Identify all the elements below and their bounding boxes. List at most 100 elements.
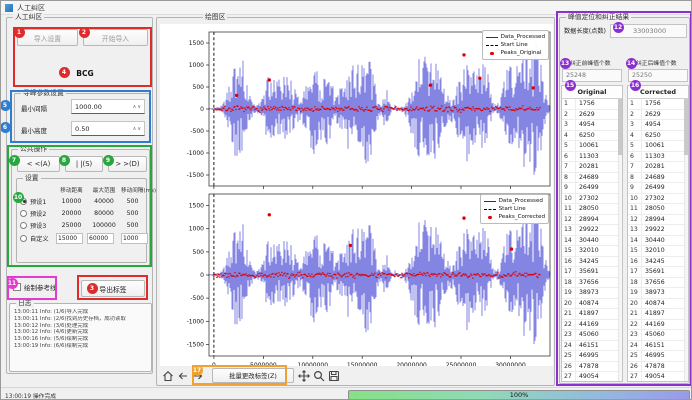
min-height-input[interactable] (72, 125, 133, 133)
export-labels-button[interactable]: 导出标签 (81, 280, 145, 297)
figure-canvas[interactable]: -1500-1000-50005001000150005000000100000… (160, 24, 553, 366)
peak-table-row[interactable]: 1532010 (628, 246, 688, 257)
scrollbar-thumb[interactable] (684, 99, 688, 155)
draw-reference-checkbox[interactable]: 绘制参考线 (13, 282, 57, 292)
preset-radio[interactable] (20, 210, 27, 217)
peak-table-row[interactable]: 611303 (562, 152, 622, 163)
peak-table-row[interactable]: 1228994 (628, 215, 688, 226)
move-right-button[interactable]: > >(D) (108, 156, 147, 172)
peak-table-row[interactable]: 1634245 (562, 257, 622, 268)
move-left-button[interactable]: < <(A) (17, 156, 60, 172)
legend-entry: Start Line (486, 41, 545, 49)
corrected-peaks-table[interactable]: Corrected 117562262934954462505100616113… (627, 85, 689, 382)
home-icon[interactable] (161, 369, 174, 382)
peak-table-row[interactable]: 2446151 (628, 341, 688, 352)
peak-table-row[interactable]: 22629 (628, 110, 688, 121)
save-icon[interactable] (327, 369, 340, 382)
peak-table-row[interactable]: 1837656 (628, 278, 688, 289)
log-line: 13:00:12 Info: (4/6)更新完成 (14, 329, 148, 336)
custom-value-input[interactable] (121, 233, 148, 244)
peak-table-row[interactable]: 2749054 (562, 372, 622, 382)
spinner-arrows-icon[interactable]: ∧∨ (133, 126, 144, 132)
peak-table-row[interactable]: 22629 (562, 110, 622, 121)
preset-column-header: 移动间隔(ms) (121, 186, 144, 194)
peak-table-row[interactable]: 1430440 (628, 236, 688, 247)
preset-radio[interactable] (20, 235, 27, 242)
pan-icon[interactable] (297, 369, 310, 382)
preset-value: 25000 (56, 222, 87, 229)
peak-table-row[interactable]: 2546995 (628, 351, 688, 362)
batch-edit-labels-button[interactable]: 批量更改标签(Z) (212, 368, 294, 383)
scrollbar-thumb[interactable] (618, 99, 622, 155)
min-interval-spinner[interactable]: ∧∨ (71, 99, 145, 114)
peak-table-row[interactable]: 2647878 (562, 362, 622, 373)
peak-table-row[interactable]: 1938973 (562, 288, 622, 299)
peak-table-row[interactable]: 2345060 (628, 330, 688, 341)
peak-table-row[interactable]: 2647878 (628, 362, 688, 373)
peak-table-row[interactable]: 2244169 (628, 320, 688, 331)
peak-table-row[interactable]: 824689 (628, 173, 688, 184)
peak-table-row[interactable]: 824689 (562, 173, 622, 184)
peak-table-row[interactable]: 1027302 (562, 194, 622, 205)
peak-table-row[interactable]: 2345060 (562, 330, 622, 341)
peak-table-row[interactable]: 1532010 (562, 246, 622, 257)
peak-table-row[interactable]: 1430440 (562, 236, 622, 247)
signal-type-select[interactable]: BCG (65, 67, 105, 81)
back-icon[interactable] (176, 369, 189, 382)
import-settings-button[interactable]: 导入设置 (17, 29, 78, 46)
svg-text:1500: 1500 (189, 203, 204, 210)
peak-table-row[interactable]: 2040874 (562, 299, 622, 310)
peak-table-row[interactable]: 720281 (628, 162, 688, 173)
peak-table-row[interactable]: 510061 (628, 141, 688, 152)
peak-table-row[interactable]: 1837656 (562, 278, 622, 289)
peak-table-row[interactable]: 1938973 (628, 288, 688, 299)
peak-table-row[interactable]: 46250 (628, 131, 688, 142)
peak-table-row[interactable]: 2141897 (628, 309, 688, 320)
preset-value: 40000 (87, 198, 121, 205)
peak-table-row[interactable]: 1027302 (628, 194, 688, 205)
peak-table-row[interactable]: 510061 (562, 141, 622, 152)
peak-table-row[interactable]: 34954 (562, 120, 622, 131)
peak-table-row[interactable]: 2446151 (562, 341, 622, 352)
peak-table-row[interactable]: 2244169 (562, 320, 622, 331)
preset-label: 预设1 (30, 197, 56, 206)
preset-radio[interactable] (20, 222, 27, 229)
peak-table-row[interactable]: 2040874 (628, 299, 688, 310)
min-interval-input[interactable] (72, 103, 133, 111)
peak-table-row[interactable]: 1634245 (628, 257, 688, 268)
svg-text:-1000: -1000 (187, 318, 205, 325)
peak-table-row[interactable]: 2546995 (562, 351, 622, 362)
custom-value-input[interactable] (87, 233, 114, 244)
min-height-spinner[interactable]: ∧∨ (71, 121, 145, 136)
peak-table-row[interactable]: 611303 (628, 152, 688, 163)
peak-table-row[interactable]: 926499 (562, 183, 622, 194)
forward-icon[interactable] (191, 369, 204, 382)
peak-table-row[interactable]: 11756 (628, 99, 688, 110)
custom-value-input[interactable] (56, 233, 83, 244)
peak-table-row[interactable]: 926499 (628, 183, 688, 194)
peak-table-row[interactable]: 34954 (628, 120, 688, 131)
settings-title: 设置 (23, 174, 41, 183)
common-ops-title: 公共操作 (18, 145, 49, 154)
preset-radio[interactable] (20, 198, 27, 205)
peak-table-row[interactable]: 1228994 (562, 215, 622, 226)
original-peaks-table[interactable]: Original 1175622629349544625051006161130… (561, 85, 623, 382)
peak-table-row[interactable]: 1735691 (562, 267, 622, 278)
peak-table-row[interactable]: 1128050 (628, 204, 688, 215)
peak-table-row[interactable]: 1329922 (628, 225, 688, 236)
checkbox-box[interactable] (13, 283, 21, 291)
zoom-icon[interactable] (312, 369, 325, 382)
peak-table-row[interactable]: 11756 (562, 99, 622, 110)
peak-table-row[interactable]: 1735691 (628, 267, 688, 278)
peak-table-row[interactable]: 720281 (562, 162, 622, 173)
pause-button[interactable]: | |(S) (65, 156, 103, 172)
start-import-button[interactable]: 开始导入 (83, 29, 148, 46)
min-interval-label: 最小间隔 (21, 103, 47, 113)
spinner-arrows-icon[interactable]: ∧∨ (133, 104, 144, 110)
peak-table-row[interactable]: 2749054 (628, 372, 688, 382)
peak-table-row[interactable]: 46250 (562, 131, 622, 142)
peak-table-row[interactable]: 1128050 (562, 204, 622, 215)
draw-reference-label: 绘制参考线 (24, 282, 57, 292)
peak-table-row[interactable]: 2141897 (562, 309, 622, 320)
peak-table-row[interactable]: 1329922 (562, 225, 622, 236)
